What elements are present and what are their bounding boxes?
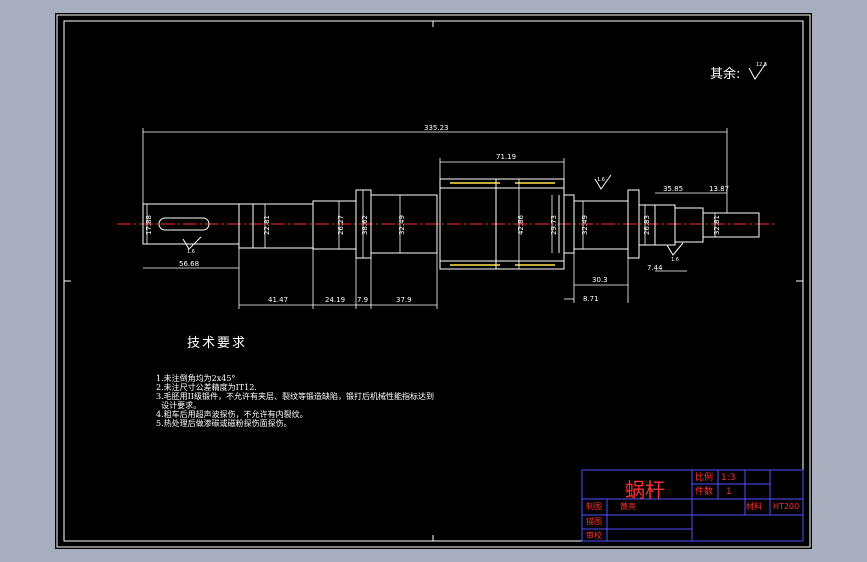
dim-d3: 38.62 xyxy=(361,214,370,236)
dim-d7: 32.49 xyxy=(581,214,590,236)
title-block-lines xyxy=(581,469,804,542)
dim-worm-length: 71.19 xyxy=(496,153,517,161)
dim-l3: 7.9 xyxy=(357,296,369,304)
dim-d9: 32.81 xyxy=(713,214,722,236)
roughness-value: 12.5 xyxy=(756,62,768,68)
dim-key-length: 56.68 xyxy=(179,260,200,268)
dim-d6: 29.73 xyxy=(550,214,559,236)
draw-check-label: 描图 xyxy=(586,517,602,526)
requirements-list: 1.未注倒角均为2x45° 2.未注尺寸公差精度为IT12. 3.毛胚用II级锻… xyxy=(156,374,434,428)
dim-l1: 41.47 xyxy=(268,296,289,304)
dim-l7: 7.44 xyxy=(647,264,663,272)
part-name: 蜗杆 xyxy=(625,478,665,502)
dim-l8: 35.85 xyxy=(663,185,684,193)
drawn-label: 制图 xyxy=(586,502,602,511)
dim-d8: 26.83 xyxy=(643,214,652,236)
dim-l9: 13.87 xyxy=(709,185,730,193)
requirement-item: 设计要求。 xyxy=(156,401,202,410)
dim-overall-length: 335.23 xyxy=(424,124,449,132)
dim-d4: 32.49 xyxy=(398,214,407,236)
drawn-name: 黄亮 xyxy=(620,502,636,511)
outer-frame xyxy=(56,14,811,548)
scale-value: 1:3 xyxy=(721,473,736,483)
requirement-item: 5.热处理后做渗碳或磁粉探伤面探伤。 xyxy=(156,419,292,428)
roughness-note: 其余: xyxy=(710,67,741,82)
dim-l4: 37.9 xyxy=(396,296,412,304)
inner-frame xyxy=(63,20,804,542)
dim-d2: 26.27 xyxy=(337,214,346,236)
dim-keyway-width: 17.88 xyxy=(145,214,154,236)
qty-value: 1 xyxy=(726,487,732,497)
review-label: 审校 xyxy=(586,531,602,540)
roughness-mark-2: 1.6 xyxy=(597,177,605,183)
requirement-item: 1.未注倒角均为2x45° xyxy=(156,374,236,383)
roughness-mark-1: 1.6 xyxy=(187,249,195,255)
requirement-item: 3.毛胚用II级锻件，不允许有夹层、裂纹等锻造缺陷，锻打后机械性能指标达到 xyxy=(156,392,434,401)
dim-d5: 42.86 xyxy=(517,214,526,236)
qty-label: 件数 xyxy=(695,487,714,497)
dim-l2: 24.19 xyxy=(325,296,346,304)
drawing-viewport: 其余: 12.5 335.23 71.19 35.85 13.87 17.88 … xyxy=(55,13,812,549)
requirement-item: 2.未注尺寸公差精度为IT12. xyxy=(156,383,257,392)
scale-label: 比例 xyxy=(695,473,714,483)
material-label: 材料 xyxy=(746,502,762,511)
dim-l6: 8.71 xyxy=(583,295,599,303)
requirements-title: 技术要求 xyxy=(187,336,248,351)
dim-d1: 22.81 xyxy=(263,214,272,236)
requirement-item: 4.粗车后用超声波探伤，不允许有内裂纹。 xyxy=(156,410,308,419)
material-value: HT200 xyxy=(773,502,800,511)
dim-l5: 30.3 xyxy=(592,276,608,284)
drawing-canvas xyxy=(56,14,811,548)
roughness-mark-3: 1.6 xyxy=(671,257,679,263)
